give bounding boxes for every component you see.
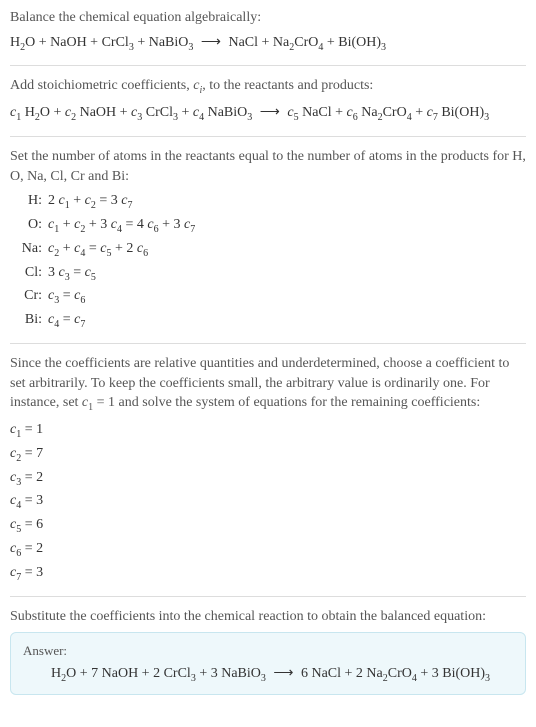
coefficient-row: c3 = 2 — [10, 467, 526, 491]
arrow-icon: ⟶ — [269, 666, 297, 681]
atom-row: O:c1 + c2 + 3 c4 = 4 c6 + 3 c7 — [14, 214, 526, 238]
intro-text-1: Balance the chemical equation algebraica… — [10, 8, 526, 28]
intro-text-2: Add stoichiometric coefficients, ci, to … — [10, 76, 526, 98]
divider — [10, 65, 526, 66]
coefficient-row: c5 = 6 — [10, 514, 526, 538]
atom-equation: 3 c3 = c5 — [48, 262, 96, 286]
coefficient-row: c4 = 3 — [10, 490, 526, 514]
eq1-rhs: NaCl + Na2CrO4 + Bi(OH)3 — [228, 35, 386, 50]
atom-balance-table: H:2 c1 + c2 = 3 c7O:c1 + c2 + 3 c4 = 4 c… — [14, 190, 526, 333]
divider — [10, 136, 526, 137]
divider — [10, 596, 526, 597]
atom-label: Cr: — [14, 285, 48, 309]
atom-equation: c3 = c6 — [48, 285, 85, 309]
atom-row: Bi:c4 = c7 — [14, 309, 526, 333]
coefficient-row: c1 = 1 — [10, 419, 526, 443]
atom-equation: c1 + c2 + 3 c4 = 4 c6 + 3 c7 — [48, 214, 195, 238]
coefficient-row: c2 = 7 — [10, 443, 526, 467]
section-atom-equations: Set the number of atoms in the reactants… — [10, 147, 526, 333]
unbalanced-equation: H2O + NaOH + CrCl3 + NaBiO3 ⟶ NaCl + Na2… — [10, 32, 526, 56]
divider — [10, 343, 526, 344]
arrow-icon: ⟶ — [256, 105, 284, 120]
answer-label: Answer: — [23, 643, 513, 659]
section-substitute: Substitute the coefficients into the che… — [10, 607, 526, 627]
page-content: Balance the chemical equation algebraica… — [0, 0, 536, 703]
atom-label: H: — [14, 190, 48, 214]
intro-text-4: Since the coefficients are relative quan… — [10, 354, 526, 415]
atom-label: Bi: — [14, 309, 48, 333]
atom-label: Cl: — [14, 262, 48, 286]
section-stoichiometric: Add stoichiometric coefficients, ci, to … — [10, 76, 526, 126]
stoich-equation: c1 H2O + c2 NaOH + c3 CrCl3 + c4 NaBiO3 … — [10, 102, 526, 126]
atom-row: H:2 c1 + c2 = 3 c7 — [14, 190, 526, 214]
section-solve: Since the coefficients are relative quan… — [10, 354, 526, 586]
atom-equation: c2 + c4 = c5 + 2 c6 — [48, 238, 148, 262]
atom-row: Cr:c3 = c6 — [14, 285, 526, 309]
coefficient-row: c6 = 2 — [10, 538, 526, 562]
atom-row: Na:c2 + c4 = c5 + 2 c6 — [14, 238, 526, 262]
answer-box: Answer: H2O + 7 NaOH + 2 CrCl3 + 3 NaBiO… — [10, 632, 526, 695]
intro-text-3: Set the number of atoms in the reactants… — [10, 147, 526, 186]
eq1-lhs: H2O + NaOH + CrCl3 + NaBiO3 — [10, 35, 193, 50]
arrow-icon: ⟶ — [197, 35, 225, 50]
atom-equation: 2 c1 + c2 = 3 c7 — [48, 190, 132, 214]
coefficient-row: c7 = 3 — [10, 562, 526, 586]
coefficient-list: c1 = 1c2 = 7c3 = 2c4 = 3c5 = 6c6 = 2c7 =… — [10, 419, 526, 586]
atom-equation: c4 = c7 — [48, 309, 85, 333]
balanced-equation: H2O + 7 NaOH + 2 CrCl3 + 3 NaBiO3 ⟶ 6 Na… — [23, 665, 513, 684]
atom-row: Cl:3 c3 = c5 — [14, 262, 526, 286]
intro-text-5: Substitute the coefficients into the che… — [10, 607, 526, 627]
atom-label: Na: — [14, 238, 48, 262]
section-balance-intro: Balance the chemical equation algebraica… — [10, 8, 526, 55]
atom-label: O: — [14, 214, 48, 238]
